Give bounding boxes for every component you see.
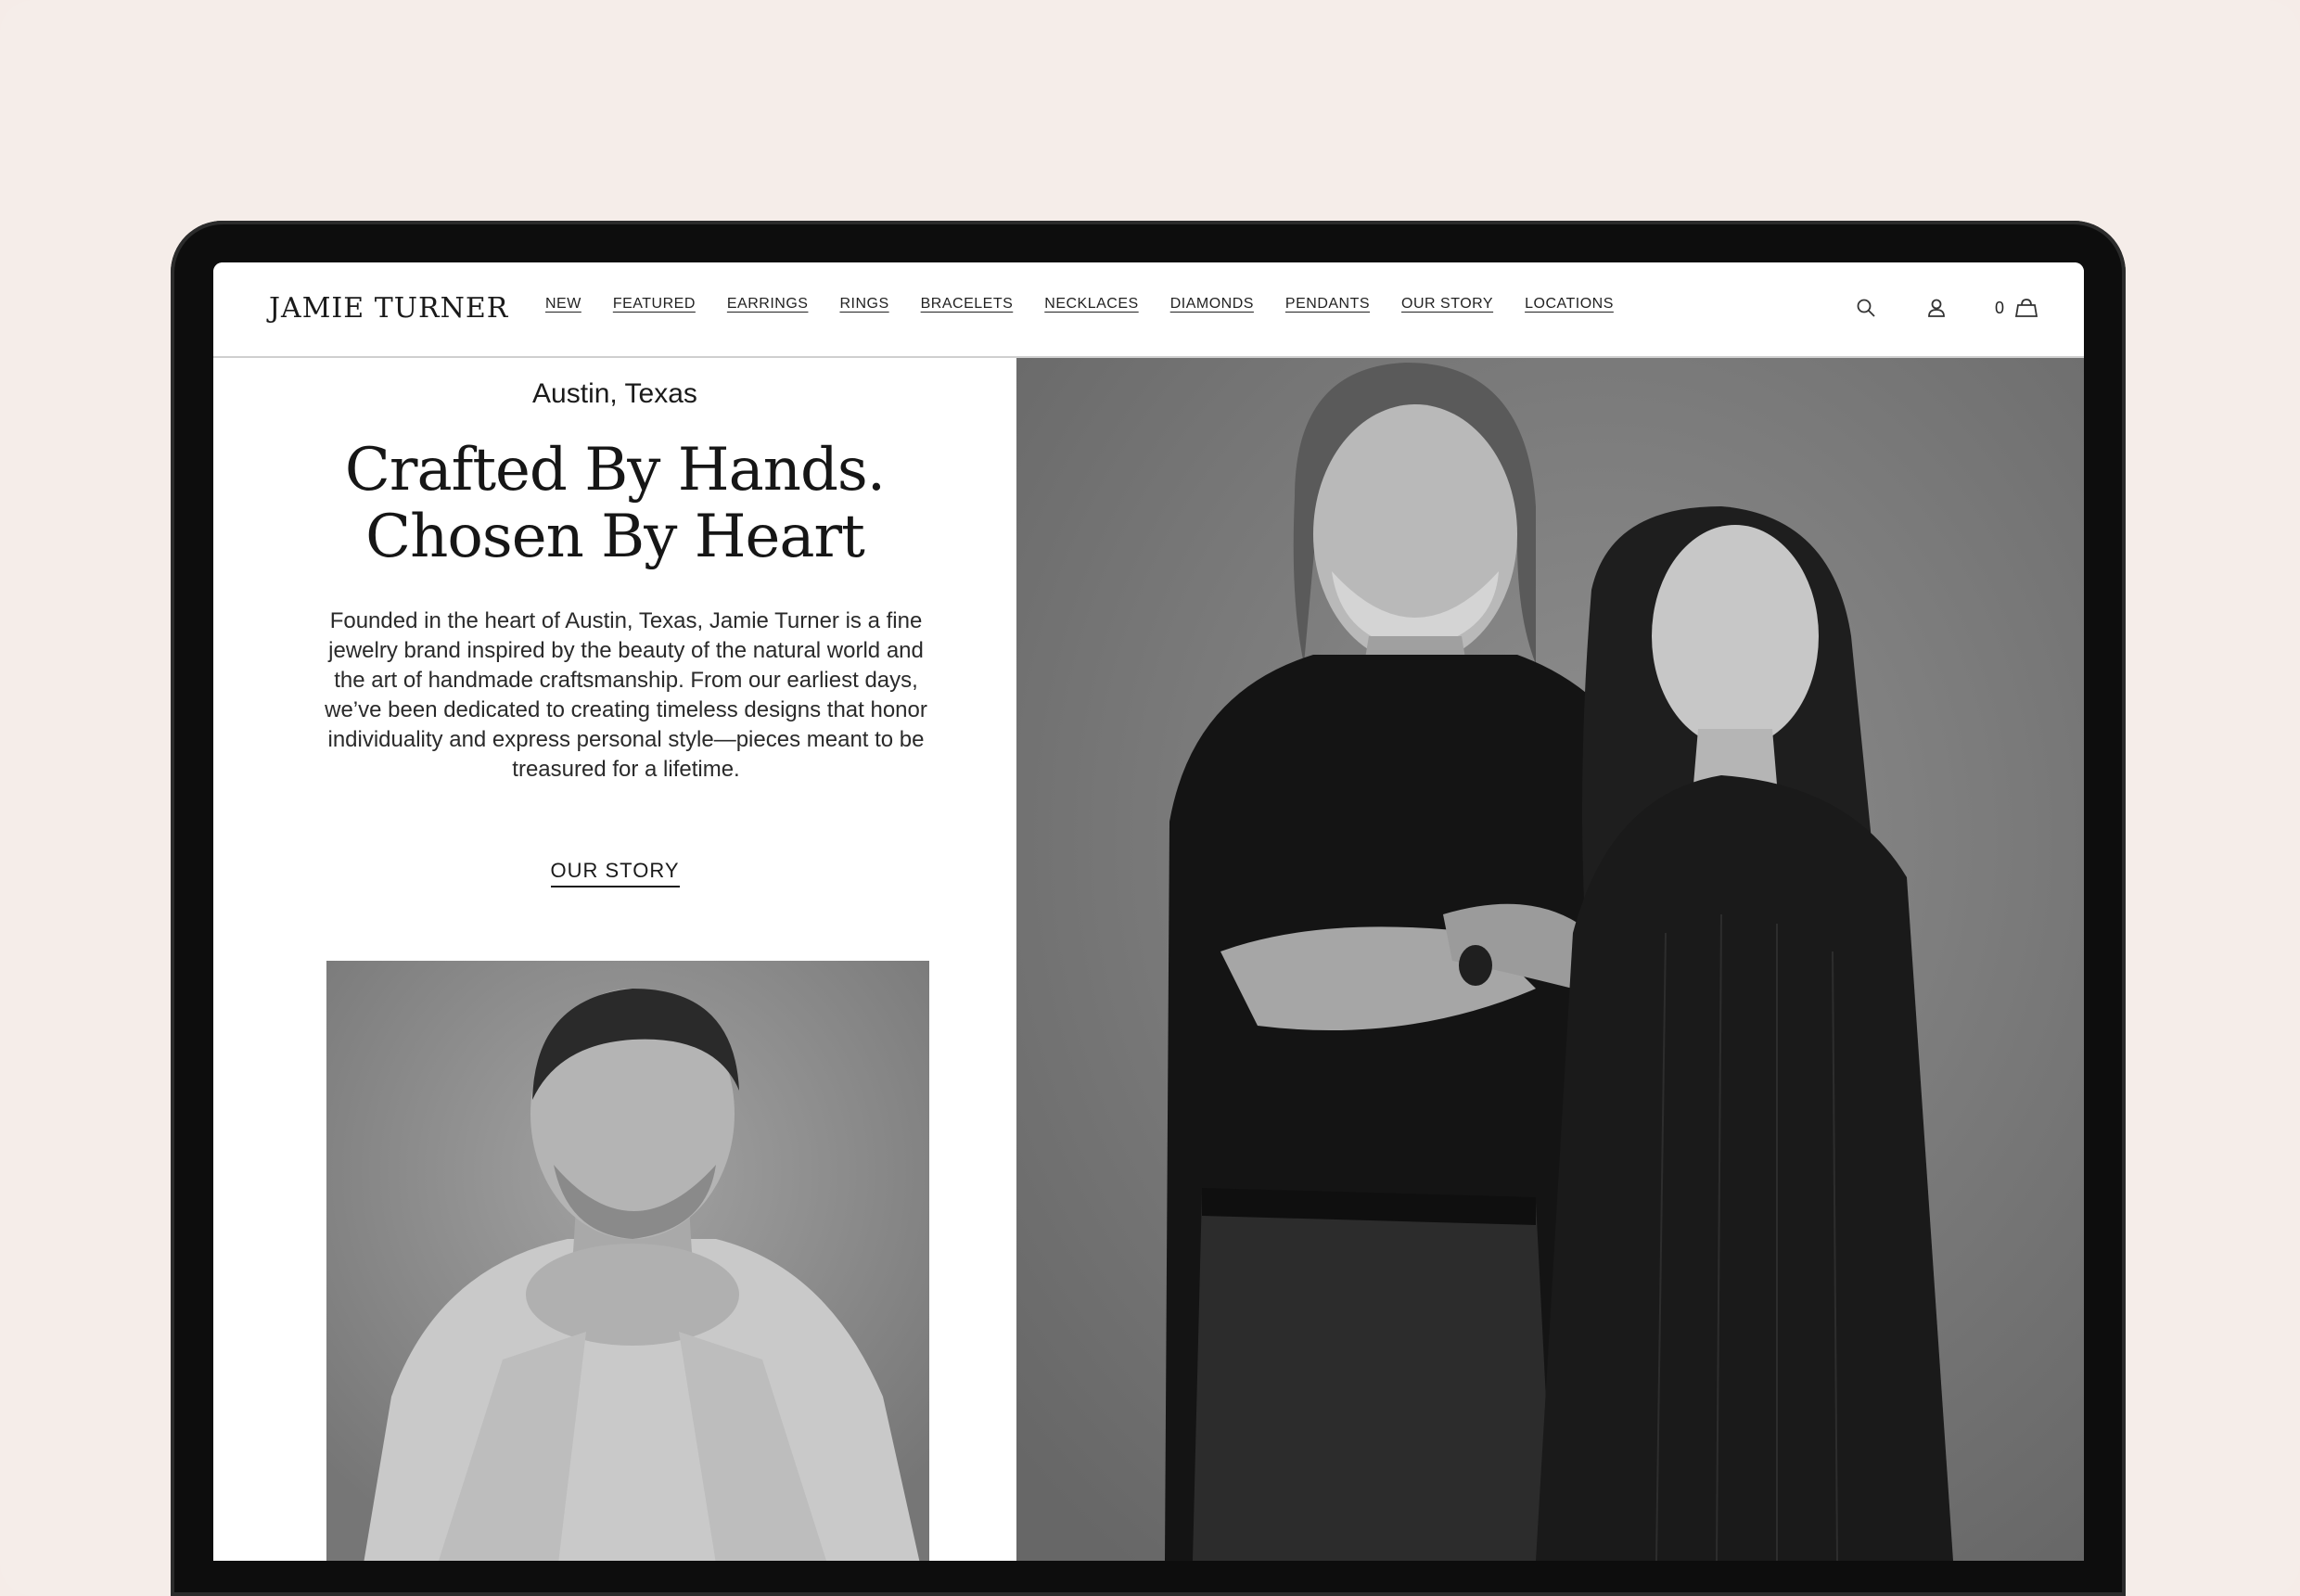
search-icon[interactable] <box>1854 296 1878 320</box>
intro-paragraph: Founded in the heart of Austin, Texas, J… <box>325 608 927 782</box>
browser-screen: JAMIE TURNER NEW FEATURED EARRINGS RINGS… <box>213 262 2084 1561</box>
bag-icon <box>2013 298 2039 318</box>
cart-count: 0 <box>1994 298 2004 317</box>
nav-item-new[interactable]: NEW <box>545 296 581 313</box>
nav-item-necklaces[interactable]: NECKLACES <box>1044 296 1138 313</box>
cart-button[interactable]: 0 <box>1995 298 2039 318</box>
page-title: Crafted By Hands. Chosen By Heart <box>213 437 1016 570</box>
founders-portrait-image <box>1016 358 2084 1561</box>
nav-item-bracelets[interactable]: BRACELETS <box>921 296 1014 313</box>
nav-item-rings[interactable]: RINGS <box>839 296 888 313</box>
our-story-link[interactable]: OUR STORY <box>550 859 680 887</box>
nav-item-pendants[interactable]: PENDANTS <box>1285 296 1370 313</box>
headline-line-2: Chosen By Heart <box>365 503 865 571</box>
nav-item-earrings[interactable]: EARRINGS <box>727 296 809 313</box>
nav-item-featured[interactable]: FEATURED <box>613 296 696 313</box>
header-utilities: 0 <box>1854 296 2039 320</box>
nav-item-diamonds[interactable]: DIAMONDS <box>1170 296 1254 313</box>
site-header: JAMIE TURNER NEW FEATURED EARRINGS RINGS… <box>213 262 2084 358</box>
location-label: Austin, Texas <box>532 378 697 409</box>
brand-logo[interactable]: JAMIE TURNER <box>269 292 508 325</box>
account-icon[interactable] <box>1924 296 1949 320</box>
founder-portrait-image <box>326 961 929 1561</box>
main-nav: NEW FEATURED EARRINGS RINGS BRACELETS NE… <box>545 296 1614 313</box>
nav-item-locations[interactable]: LOCATIONS <box>1525 296 1614 313</box>
headline-line-1: Crafted By Hands. <box>344 436 886 504</box>
nav-item-our-story[interactable]: OUR STORY <box>1401 296 1493 313</box>
intro-column: Austin, Texas Crafted By Hands. Chosen B… <box>213 358 1016 1561</box>
our-story-link-wrap: OUR STORY <box>213 859 1016 887</box>
